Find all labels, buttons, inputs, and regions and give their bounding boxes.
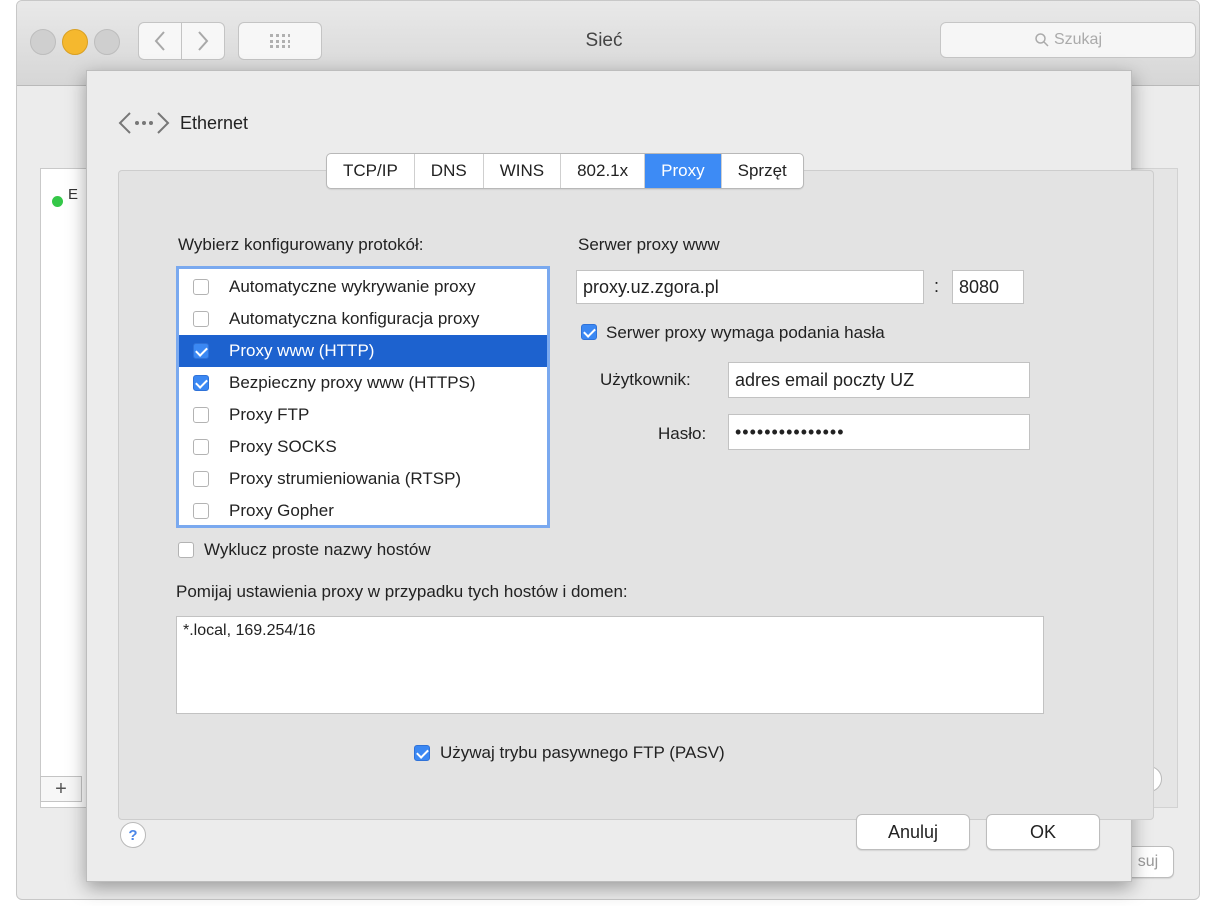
user-label: Użytkownik: [600,370,691,389]
protocol-label: Proxy SOCKS [229,437,337,456]
requires-password-label: Serwer proxy wymaga podania hasła [606,323,885,342]
status-dot-icon [52,196,63,207]
tab-proxy[interactable]: Proxy [645,154,722,188]
exclude-simple-checkbox[interactable] [178,542,194,558]
password-label: Hasło: [658,424,707,443]
protocol-label: Bezpieczny proxy www (HTTPS) [229,373,476,392]
tab-tcpip[interactable]: TCP/IP [327,154,415,188]
add-service-button[interactable]: + [40,776,82,802]
tab-8021x[interactable]: 802.1x [561,154,646,188]
protocol-checkbox[interactable] [193,279,209,295]
protocols-label: Wybierz konfigurowany protokół: [178,235,424,254]
list-item[interactable]: Proxy FTP [179,399,547,431]
list-item[interactable]: Automatyczna konfiguracja proxy [179,303,547,335]
list-item[interactable]: Bezpieczny proxy www (HTTPS) [179,367,547,399]
server-field[interactable]: proxy.uz.zgora.pl [576,270,924,304]
plus-icon: + [55,777,67,800]
protocol-checkbox[interactable] [193,439,209,455]
protocol-checkbox[interactable] [193,375,209,391]
exclude-simple-label: Wyklucz proste nazwy hostów [204,540,431,559]
protocol-label: Proxy Gopher [229,501,334,520]
protocol-checkbox[interactable] [193,311,209,327]
protocol-label: Automatyczne wykrywanie proxy [229,277,476,296]
help-button[interactable]: ? [120,822,146,848]
password-field[interactable]: ••••••••••••••• [728,414,1030,450]
tab-dns[interactable]: DNS [415,154,484,188]
service-name: Ethernet [180,113,249,133]
protocol-checkbox[interactable] [193,471,209,487]
tab-hardware[interactable]: Sprzęt [722,154,803,188]
help-icon: ? [128,826,138,844]
pasv-checkbox[interactable] [414,745,430,761]
port-separator: : [934,276,940,296]
protocol-label: Automatyczna konfiguracja proxy [229,309,480,328]
tab-wins[interactable]: WINS [484,154,562,188]
search-input[interactable]: Szukaj [940,22,1196,58]
cancel-button[interactable]: Anuluj [856,814,970,850]
user-field[interactable]: adres email poczty UZ [728,362,1030,398]
list-item[interactable]: Proxy SOCKS [179,431,547,463]
search-placeholder: Szukaj [1053,31,1103,48]
list-item[interactable]: Proxy strumieniowania (RTSP) [179,463,547,495]
list-item[interactable]: Proxy Gopher [179,495,547,527]
protocol-label: Proxy FTP [229,405,310,424]
list-item[interactable]: Automatyczne wykrywanie proxy [179,271,547,303]
tab-bar: TCP/IP DNS WINS 802.1x Proxy Sprzęt [326,153,804,189]
port-field[interactable]: 8080 [952,270,1024,304]
bypass-textarea[interactable]: *.local, 169.254/16 [176,616,1044,714]
protocol-checkbox[interactable] [193,503,209,519]
protocol-checkbox[interactable] [193,343,209,359]
server-label: Serwer proxy www [578,235,720,254]
ok-button[interactable]: OK [986,814,1100,850]
service-partial-label: E [68,186,79,203]
pasv-label: Używaj trybu pasywnego FTP (PASV) [440,743,725,762]
list-item[interactable]: Proxy www (HTTP) [179,335,547,367]
requires-password-checkbox[interactable] [581,324,597,340]
protocol-label: Proxy www (HTTP) [229,341,375,360]
protocol-checkbox[interactable] [193,407,209,423]
protocol-label: Proxy strumieniowania (RTSP) [229,469,462,488]
revert-button-label: suj [1137,853,1159,870]
ethernet-icon [118,112,170,134]
search-icon [1035,33,1049,47]
bypass-label: Pomijaj ustawienia proxy w przypadku tyc… [176,582,628,601]
protocol-list[interactable]: Automatyczne wykrywanie proxy Automatycz… [176,266,550,528]
